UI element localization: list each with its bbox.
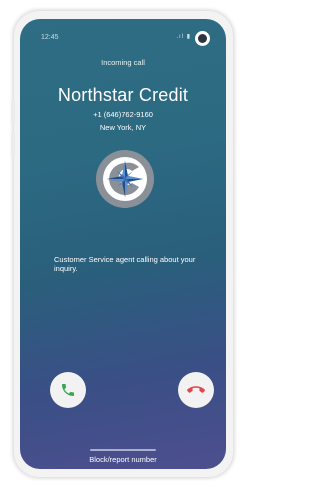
call-status: Incoming call [101, 58, 145, 67]
caller-logo [96, 150, 154, 208]
status-time: 12:45 [41, 34, 59, 41]
phone-hangup-icon [187, 386, 205, 393]
battery-icon: ▮ [186, 34, 191, 40]
caller-number: +1 (646)762-9160 [93, 110, 153, 119]
caller-name: Northstar Credit [57, 85, 189, 105]
answer-button[interactable] [50, 372, 86, 408]
block-report-link[interactable]: Block/report number [20, 455, 226, 464]
volume-button [11, 100, 15, 126]
caller-location: New York, NY [99, 123, 147, 132]
call-screen: 12:45 .ıl ▮ Incoming call Northstar Cred… [20, 19, 226, 469]
signal-icon: .ıl [176, 34, 185, 40]
call-message: Customer Service agent calling about you… [54, 255, 196, 273]
status-icons: .ıl ▮ [176, 33, 191, 40]
phone-icon [62, 384, 74, 396]
power-button [11, 132, 15, 158]
home-indicator [90, 449, 156, 451]
decline-button[interactable] [178, 372, 214, 408]
camera-icon [195, 31, 210, 46]
